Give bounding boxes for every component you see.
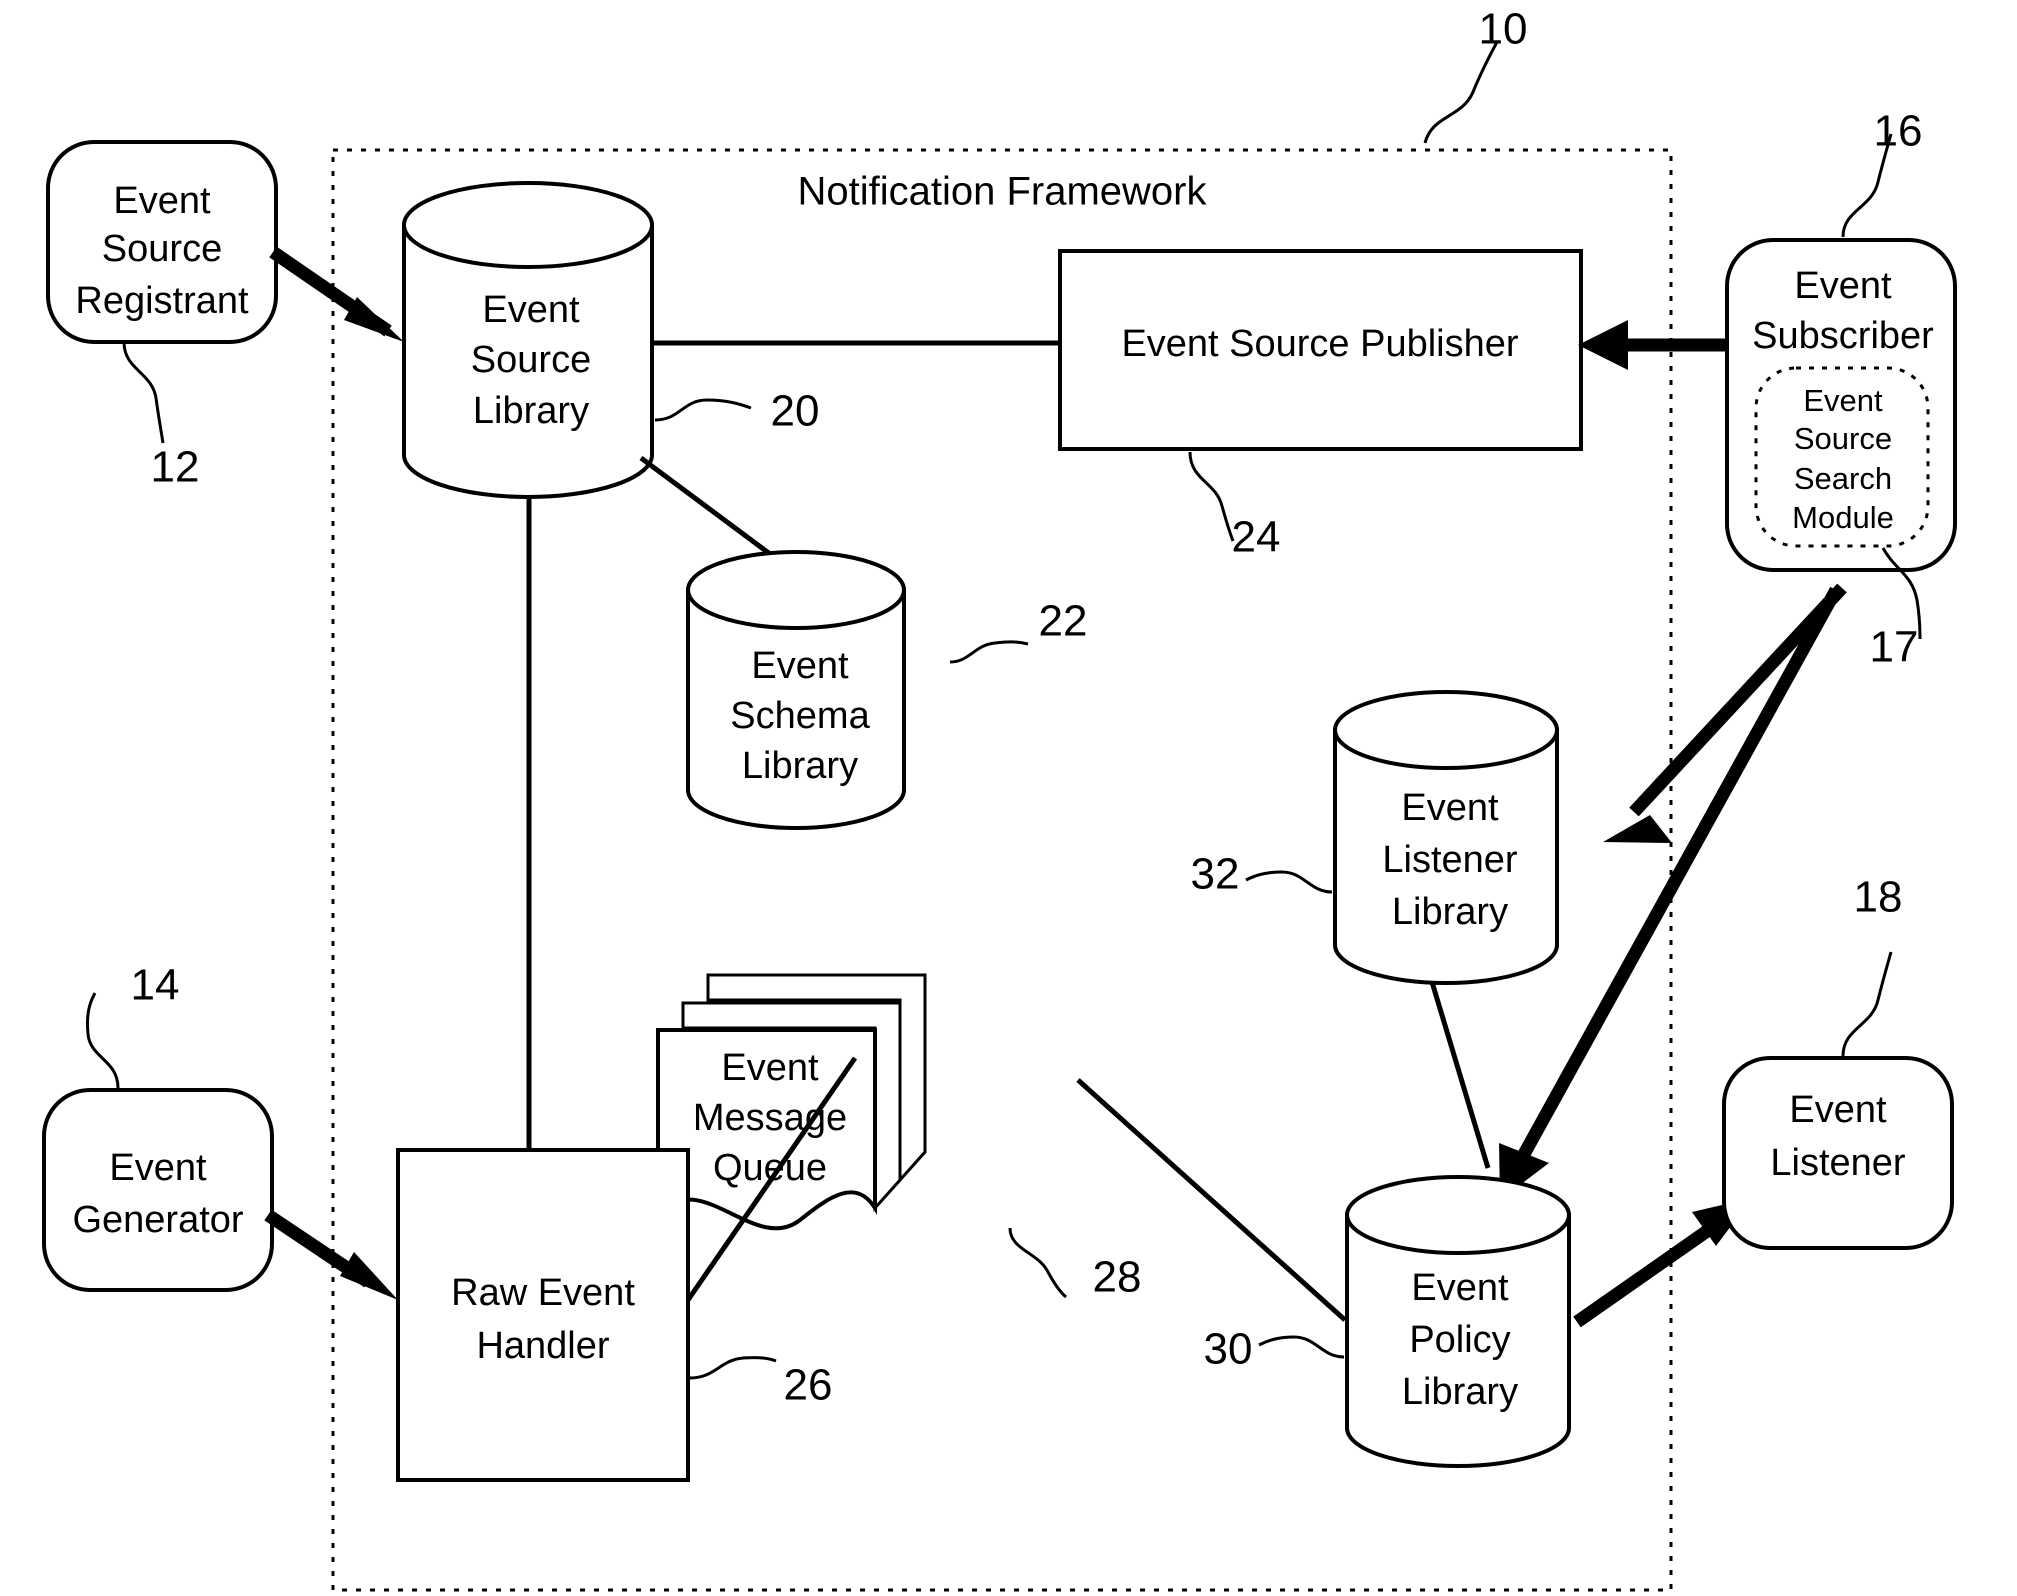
ref-number-32: 32 <box>1191 850 1240 899</box>
node-event-source-library-top <box>402 181 654 269</box>
arrowhead-generator-to-raw-handler <box>340 1252 398 1300</box>
leader-line-30 <box>1258 1335 1345 1359</box>
node-event-policy-library-top <box>1345 1175 1571 1255</box>
event-generator-line1: Event <box>109 1147 207 1189</box>
leader-line-32 <box>1245 870 1333 894</box>
leader-line-20 <box>654 398 752 422</box>
arrowhead-subscriber-to-publisher <box>1578 320 1628 370</box>
event-listener-line1: Event <box>1789 1089 1887 1131</box>
node-raw-event-handler[interactable] <box>396 1148 690 1482</box>
event-source-library-line1: Event <box>482 289 580 331</box>
ref-number-16: 16 <box>1874 107 1923 156</box>
event-generator-line2: Generator <box>72 1199 243 1241</box>
arrowhead-subscriber-to-listener-library <box>1603 815 1672 843</box>
event-subscriber-line1: Event <box>1794 265 1892 307</box>
ref-number-28: 28 <box>1093 1253 1142 1302</box>
event-policy-library-line3: Library <box>1402 1371 1518 1413</box>
search-module-line2: Source <box>1794 421 1892 456</box>
node-event-generator[interactable] <box>42 1088 274 1292</box>
ref-number-22: 22 <box>1039 597 1088 646</box>
leader-line-22 <box>949 640 1029 664</box>
ref-number-12: 12 <box>151 443 200 492</box>
leader-line-26 <box>689 1356 777 1380</box>
event-source-registrant-line3: Registrant <box>75 280 249 322</box>
event-source-registrant-line1: Event <box>113 180 211 222</box>
event-source-library-line3: Library <box>473 390 589 432</box>
leader-line-14 <box>86 992 120 1089</box>
ref-number-18: 18 <box>1854 873 1903 922</box>
ref-number-24: 24 <box>1232 513 1281 562</box>
event-message-queue-line1: Event <box>721 1047 819 1089</box>
ref-number-14: 14 <box>131 961 180 1010</box>
node-event-schema-library-top <box>686 550 906 630</box>
event-listener-library-line1: Event <box>1401 787 1499 829</box>
event-subscriber-line2: Subscriber <box>1752 315 1934 357</box>
event-schema-library-line1: Event <box>751 645 849 687</box>
event-policy-library-line2: Policy <box>1409 1319 1510 1361</box>
search-module-line3: Search <box>1794 461 1892 496</box>
framework-title: Notification Framework <box>797 170 1207 214</box>
event-schema-library-line2: Schema <box>730 695 870 737</box>
line-listener-library-to-policy-library <box>1429 981 1491 1169</box>
ref-number-17: 17 <box>1870 623 1919 672</box>
event-listener-library-line2: Listener <box>1382 839 1518 881</box>
ref-number-30: 30 <box>1204 1325 1253 1374</box>
leader-line-28 <box>1008 1227 1067 1299</box>
diagram-canvas: 10 Notification Framework Event Source R… <box>42 5 1957 1592</box>
event-source-registrant-line2: Source <box>102 228 222 270</box>
event-policy-library-line1: Event <box>1411 1267 1509 1309</box>
event-listener-line2: Listener <box>1770 1142 1906 1184</box>
raw-event-handler-line2: Handler <box>476 1325 609 1367</box>
patent-figure: 10 Notification Framework Event Source R… <box>0 0 2017 1596</box>
leader-line-12 <box>122 341 165 444</box>
leader-line-10 <box>1423 41 1499 144</box>
ref-number-26: 26 <box>784 1361 833 1410</box>
ref-number-20: 20 <box>771 387 820 436</box>
event-source-library-line2: Source <box>471 339 591 381</box>
ref-number-10: 10 <box>1479 5 1528 54</box>
arrow-policy-library-to-listener <box>1573 1216 1724 1328</box>
raw-event-handler-line1: Raw Event <box>451 1272 635 1314</box>
leader-line-24 <box>1188 451 1235 542</box>
event-source-publisher-label: Event Source Publisher <box>1121 323 1518 365</box>
node-event-listener-library-top <box>1333 690 1559 770</box>
event-schema-library-line3: Library <box>742 745 858 787</box>
event-listener-library-line3: Library <box>1392 891 1508 933</box>
leader-line-18 <box>1841 951 1893 1057</box>
search-module-line4: Module <box>1792 500 1894 535</box>
search-module-line1: Event <box>1803 383 1883 418</box>
